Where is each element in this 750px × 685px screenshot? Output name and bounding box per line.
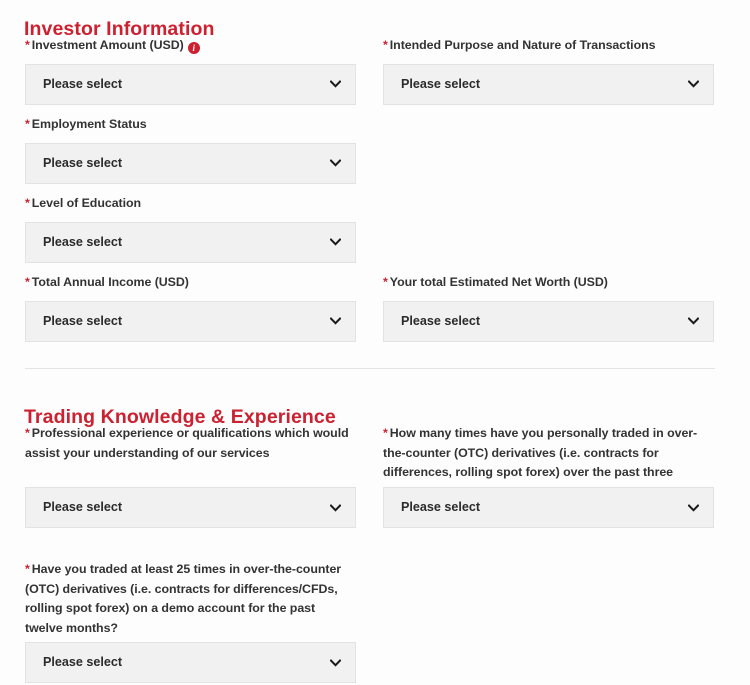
label-intended-purpose: * Intended Purpose and Nature of Transact… — [383, 36, 714, 56]
label-text: Have you traded at least 25 times in ove… — [25, 562, 342, 635]
select-value: Please select — [43, 234, 123, 249]
label-text: Employment Status — [31, 117, 147, 131]
required-asterisk: * — [25, 275, 30, 289]
select-total-annual-income[interactable]: Please select — [25, 300, 356, 342]
select-otc-times-traded[interactable]: Please select — [383, 487, 714, 528]
select-value: Please select — [43, 313, 123, 328]
label-text: Investment Amount (USD) — [31, 38, 184, 52]
select-demo-account-25-times[interactable]: Please select — [25, 642, 356, 683]
label-text: Your total Estimated Net Worth (USD) — [389, 275, 608, 289]
chevron-down-icon — [688, 503, 699, 512]
chevron-down-icon — [330, 159, 341, 167]
label-professional-experience: * Professional experience or qualificatio… — [25, 424, 356, 463]
investor-questionnaire-form: Investor Information * Investment Amount … — [0, 0, 750, 685]
select-employment-status[interactable]: Please select — [25, 142, 356, 184]
control-demo-account-25-times: Please select — [25, 642, 356, 683]
required-asterisk: * — [25, 426, 30, 440]
select-value: Please select — [43, 655, 123, 669]
field-investment-amount: * Investment Amount (USD) i Please select — [25, 36, 356, 105]
field-estimated-net-worth: * Your total Estimated Net Worth (USD) Pl… — [383, 273, 714, 342]
required-asterisk: * — [25, 562, 30, 576]
required-asterisk: * — [383, 275, 388, 289]
required-asterisk: * — [25, 117, 30, 131]
label-demo-account-25-times: * Have you traded at least 25 times in ov… — [25, 560, 356, 638]
control-otc-times-traded: Please select — [383, 487, 714, 528]
required-asterisk: * — [25, 196, 30, 210]
select-value: Please select — [401, 500, 481, 514]
chevron-down-icon — [330, 317, 341, 325]
label-text: Intended Purpose and Nature of Transacti… — [389, 38, 656, 52]
select-estimated-net-worth[interactable]: Please select — [383, 300, 714, 342]
field-employment-status: * Employment Status Please select — [25, 115, 356, 184]
chevron-down-icon — [330, 503, 341, 512]
label-total-annual-income: * Total Annual Income (USD) — [25, 273, 356, 293]
chevron-down-icon — [330, 658, 341, 667]
label-level-of-education: * Level of Education — [25, 194, 356, 214]
info-icon[interactable]: i — [187, 42, 200, 54]
select-professional-experience[interactable]: Please select — [25, 487, 356, 528]
field-level-of-education: * Level of Education Please select — [25, 194, 356, 263]
label-text: Professional experience or qualification… — [25, 426, 349, 460]
label-estimated-net-worth: * Your total Estimated Net Worth (USD) — [383, 273, 714, 293]
select-intended-purpose[interactable]: Please select — [383, 63, 714, 105]
select-value: Please select — [401, 313, 481, 328]
select-value: Please select — [43, 500, 123, 514]
select-value: Please select — [401, 76, 481, 91]
control-professional-experience: Please select — [25, 487, 356, 528]
label-investment-amount: * Investment Amount (USD) i — [25, 36, 356, 56]
field-professional-experience: * Professional experience or qualificatio… — [25, 424, 356, 463]
chevron-down-icon — [330, 238, 341, 246]
chevron-down-icon — [330, 80, 341, 88]
select-value: Please select — [43, 76, 123, 91]
field-intended-purpose: * Intended Purpose and Nature of Transact… — [383, 36, 714, 105]
label-text: Level of Education — [31, 196, 142, 210]
select-level-of-education[interactable]: Please select — [25, 221, 356, 263]
label-text: Total Annual Income (USD) — [31, 275, 189, 289]
section-divider — [25, 368, 715, 369]
chevron-down-icon — [688, 317, 699, 325]
required-asterisk: * — [25, 38, 30, 52]
chevron-down-icon — [688, 80, 699, 88]
label-employment-status: * Employment Status — [25, 115, 356, 135]
select-investment-amount[interactable]: Please select — [25, 63, 356, 105]
select-value: Please select — [43, 155, 123, 170]
required-asterisk: * — [383, 38, 388, 52]
required-asterisk: * — [383, 426, 388, 440]
field-demo-account-25-times: * Have you traded at least 25 times in ov… — [25, 560, 356, 638]
field-total-annual-income: * Total Annual Income (USD) Please select — [25, 273, 356, 342]
